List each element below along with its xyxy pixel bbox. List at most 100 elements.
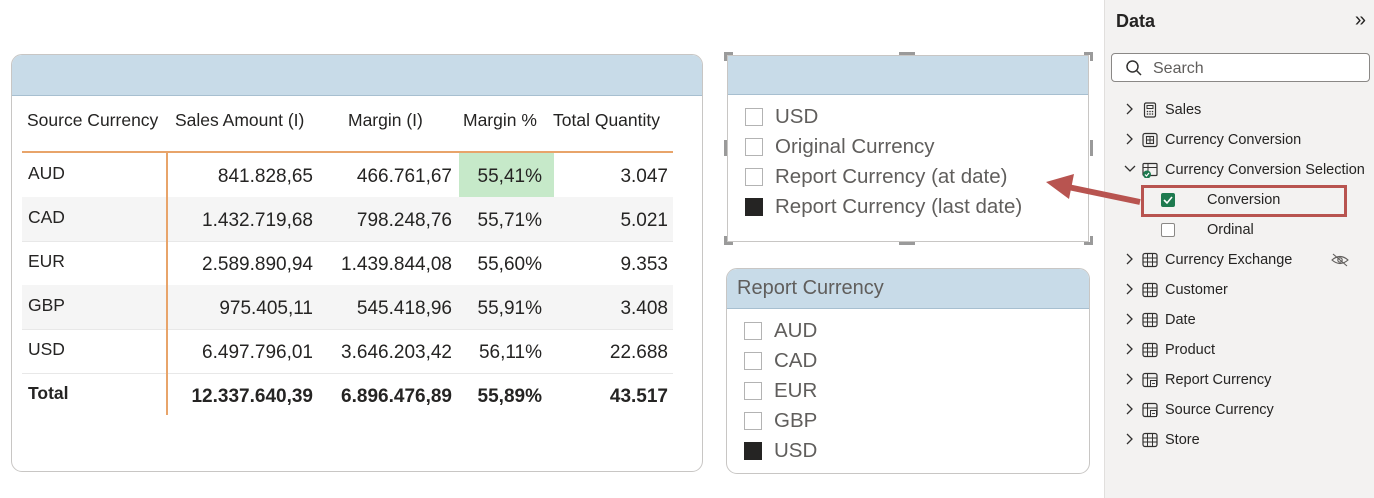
option-checkbox[interactable] xyxy=(745,198,763,216)
tree-item-sales[interactable]: Sales xyxy=(1105,95,1373,125)
option-label: GBP xyxy=(774,409,818,432)
cell-source-currency: AUD xyxy=(28,163,65,183)
option-label: Report Currency (at date) xyxy=(775,165,1008,188)
cell-margin: 466.761,67 xyxy=(356,166,452,187)
resize-handle-edge[interactable] xyxy=(1090,140,1093,156)
field-checkbox[interactable] xyxy=(1161,223,1175,237)
tree-item-source-currency[interactable]: Source Currency xyxy=(1105,395,1373,425)
table-row[interactable]: CAD 1.432.719,68 798.248,76 55,71% 5.021 xyxy=(22,197,673,242)
report-currency-slicer[interactable]: Report Currency AUD CAD EUR GBP USD xyxy=(726,268,1090,474)
table-icon xyxy=(1142,282,1158,298)
cell-margin-pct: 56,11% xyxy=(478,342,542,363)
chevron-right-icon[interactable] xyxy=(1124,342,1136,356)
cell-total-quantity: 3.047 xyxy=(620,166,668,187)
resize-handle-corner[interactable] xyxy=(724,52,727,61)
option-label: EUR xyxy=(774,379,818,402)
chevron-right-icon[interactable] xyxy=(1124,312,1136,326)
chevron-right-icon[interactable] xyxy=(1124,402,1136,416)
option-label: CAD xyxy=(774,349,818,372)
cell-margin: 1.439.844,08 xyxy=(341,254,452,275)
resize-handle-edge[interactable] xyxy=(899,242,915,245)
resize-handle-edge[interactable] xyxy=(899,52,915,55)
field-label: Ordinal xyxy=(1207,222,1254,238)
cell-margin-pct: 55,60% xyxy=(477,254,542,275)
option-label: Report Currency (last date) xyxy=(775,195,1023,218)
col-header-total-quantity[interactable]: Total Quantity xyxy=(553,110,660,131)
table-header-band xyxy=(12,55,702,96)
search-placeholder: Search xyxy=(1153,60,1204,77)
table-icon xyxy=(1142,342,1158,358)
table-visual[interactable]: Source Currency Sales Amount (I) Margin … xyxy=(11,54,703,472)
tree-item-label: Currency Exchange xyxy=(1165,252,1293,268)
table-total-row: Total 12.337.640,39 6.896.476,89 55,89% … xyxy=(22,373,673,417)
calculator-icon xyxy=(1143,102,1157,118)
tree-item-currency-exchange[interactable]: Currency Exchange xyxy=(1105,245,1373,275)
tree-item-store[interactable]: Store xyxy=(1105,425,1373,455)
tree-item-label: Report Currency xyxy=(1165,372,1272,388)
option-checkbox[interactable] xyxy=(745,108,763,126)
calc-table-icon xyxy=(1142,402,1158,418)
tree-item-customer[interactable]: Customer xyxy=(1105,275,1373,305)
search-input[interactable]: Search xyxy=(1111,53,1370,82)
table-row[interactable]: USD 6.497.796,01 3.646.203,42 56,11% 22.… xyxy=(22,329,673,374)
col-header-margin-pct[interactable]: Margin % xyxy=(463,110,537,131)
search-icon xyxy=(1126,60,1142,76)
option-checkbox[interactable] xyxy=(744,352,762,370)
resize-handle-edge[interactable] xyxy=(724,140,727,156)
option-checkbox[interactable] xyxy=(744,412,762,430)
tree-item-label: Product xyxy=(1165,342,1215,358)
table-icon xyxy=(1142,252,1158,268)
option-checkbox[interactable] xyxy=(745,138,763,156)
option-checkbox[interactable] xyxy=(744,442,762,460)
collapse-pane-icon[interactable]: » xyxy=(1355,10,1366,30)
field-ordinal[interactable]: Ordinal xyxy=(1105,215,1373,245)
table-icon xyxy=(1142,432,1158,448)
tree-item-label: Currency Conversion Selection xyxy=(1165,162,1365,178)
table-row[interactable]: GBP 975.405,11 545.418,96 55,91% 3.408 xyxy=(22,285,673,330)
cell-total-sales-amount: 12.337.640,39 xyxy=(191,386,313,407)
tree-item-label: Currency Conversion xyxy=(1165,132,1302,148)
cell-sales-amount: 1.432.719,68 xyxy=(202,210,313,231)
cell-sales-amount: 975.405,11 xyxy=(219,298,313,319)
chevron-right-icon[interactable] xyxy=(1124,372,1136,386)
slicer-title: Report Currency xyxy=(737,277,884,299)
cell-source-currency: EUR xyxy=(28,251,65,271)
option-checkbox[interactable] xyxy=(745,168,763,186)
cell-total-quantity: 9.353 xyxy=(620,254,668,275)
cell-total-margin: 6.896.476,89 xyxy=(341,386,452,407)
tree-item-label: Sales xyxy=(1165,102,1202,118)
tree-item-label: Customer xyxy=(1165,282,1228,298)
resize-handle-corner[interactable] xyxy=(724,236,727,245)
option-checkbox[interactable] xyxy=(744,382,762,400)
chevron-right-icon[interactable] xyxy=(1124,432,1136,446)
cell-source-currency: CAD xyxy=(28,207,65,227)
column-divider xyxy=(166,151,168,415)
conversion-slicer[interactable]: USD Original Currency Report Currency (a… xyxy=(727,55,1089,242)
chevron-right-icon[interactable] xyxy=(1124,252,1136,266)
cell-total-label: Total xyxy=(28,383,69,403)
parameter-table-icon xyxy=(1142,132,1158,148)
cell-source-currency: USD xyxy=(28,339,65,359)
col-header-margin[interactable]: Margin (I) xyxy=(348,110,423,131)
col-header-sales-amount[interactable]: Sales Amount (I) xyxy=(175,110,304,131)
tree-item-product[interactable]: Product xyxy=(1105,335,1373,365)
option-label: USD xyxy=(774,439,818,462)
tree-item-currency-conversion[interactable]: Currency Conversion xyxy=(1105,125,1373,155)
resize-handle-corner[interactable] xyxy=(1090,236,1093,245)
table-row[interactable]: EUR 2.589.890,94 1.439.844,08 55,60% 9.3… xyxy=(22,241,673,286)
tree-item-currency-conversion-selection[interactable]: Currency Conversion Selection xyxy=(1105,155,1373,185)
tree-item-report-currency[interactable]: Report Currency xyxy=(1105,365,1373,395)
cell-sales-amount: 841.828,65 xyxy=(217,166,313,187)
cell-sales-amount: 2.589.890,94 xyxy=(202,254,313,275)
chevron-right-icon[interactable] xyxy=(1124,102,1136,116)
chevron-right-icon[interactable] xyxy=(1124,132,1136,146)
option-checkbox[interactable] xyxy=(744,322,762,340)
chevron-right-icon[interactable] xyxy=(1124,282,1136,296)
col-header-source-currency[interactable]: Source Currency xyxy=(27,110,158,131)
resize-handle-corner[interactable] xyxy=(1090,52,1093,61)
tree-item-label: Store xyxy=(1165,432,1200,448)
table-row[interactable]: AUD 841.828,65 466.761,67 55,41% 3.047 xyxy=(22,153,673,198)
cell-sales-amount: 6.497.796,01 xyxy=(202,342,313,363)
tree-item-date[interactable]: Date xyxy=(1105,305,1373,335)
tree-item-label: Source Currency xyxy=(1165,402,1274,418)
